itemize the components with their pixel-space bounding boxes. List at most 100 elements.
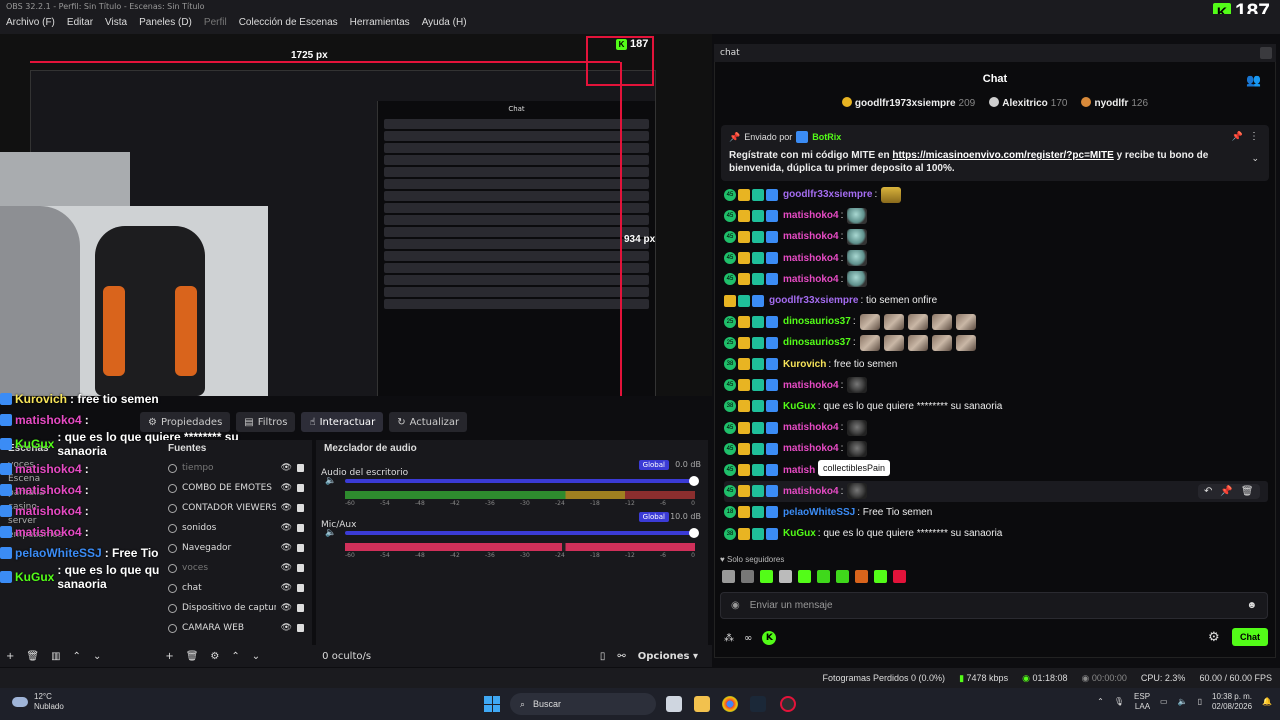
lock-icon[interactable]: [297, 464, 304, 472]
lock-icon[interactable]: [297, 544, 304, 552]
eye-icon[interactable]: 👁: [281, 603, 292, 613]
pinned-user[interactable]: BotRix: [812, 132, 841, 142]
emote-image[interactable]: [847, 377, 868, 394]
notifications-icon[interactable]: 🔔: [1262, 697, 1272, 707]
chevron-up-icon[interactable]: ⌃: [73, 651, 81, 662]
windows-start-icon[interactable]: [484, 696, 500, 712]
chat-message[interactable]: 25 dinosaurios37:: [724, 332, 1268, 353]
menu-paneles[interactable]: Paneles (D): [139, 17, 192, 31]
chat-username[interactable]: goodlfr33xsiempre: [769, 295, 858, 306]
chat-username[interactable]: matishoko4: [783, 274, 839, 285]
emote-icon[interactable]: [855, 570, 868, 583]
add-source-icon[interactable]: +: [165, 651, 173, 662]
chevron-down-icon[interactable]: ⌄: [252, 651, 260, 662]
chevron-up-icon[interactable]: ⌃: [231, 651, 239, 662]
chat-username[interactable]: matish: [783, 465, 815, 476]
emoji-picker-icon[interactable]: ☻: [1246, 600, 1257, 611]
points-icon[interactable]: ⁂: [724, 633, 734, 644]
link-icon[interactable]: ⚯: [617, 651, 625, 662]
emote-image[interactable]: [931, 313, 952, 330]
interact-button[interactable]: ☝ Interactuar: [301, 412, 384, 432]
source-item[interactable]: Navegador 👁: [160, 538, 312, 558]
volume-slider[interactable]: [345, 528, 699, 538]
language-indicator[interactable]: ESP LAA: [1134, 692, 1150, 712]
eye-icon[interactable]: 👁: [281, 483, 292, 493]
add-scene-icon[interactable]: +: [6, 651, 14, 662]
battery-icon[interactable]: ▯: [1198, 697, 1202, 707]
chat-username[interactable]: matishoko4: [783, 486, 839, 497]
source-item[interactable]: CONTADOR VIEWERS 👁: [160, 498, 312, 518]
chat-username[interactable]: matishoko4: [783, 253, 839, 264]
emote-image[interactable]: [859, 313, 880, 330]
menu-herramientas[interactable]: Herramientas: [350, 17, 410, 31]
chat-message[interactable]: 45 matishoko4:: [724, 226, 1268, 247]
gifter-item[interactable]: Alexitrico 170: [989, 97, 1067, 117]
weather-widget[interactable]: 12°C Nublado: [12, 692, 64, 712]
users-icon[interactable]: 👥: [1246, 73, 1261, 87]
eye-icon[interactable]: 👁: [281, 463, 292, 473]
chat-settings-icon[interactable]: ⚙: [1208, 630, 1220, 645]
chat-message[interactable]: 45 matishoko4:: [724, 269, 1268, 290]
chat-message[interactable]: 45 matishoko4:: [724, 205, 1268, 226]
send-chat-button[interactable]: Chat: [1232, 628, 1268, 646]
gear-icon[interactable]: ⚙: [210, 651, 219, 662]
emote-icon[interactable]: [760, 570, 773, 583]
source-item[interactable]: tiempo 👁: [160, 458, 312, 478]
track-mode[interactable]: Global: [638, 512, 669, 522]
preview-canvas[interactable]: Chat 1725 px 934 px K 187: [0, 34, 712, 396]
chat-message[interactable]: 38 KuGux: que es lo que quiere ******** s…: [724, 523, 1268, 544]
emote-image[interactable]: [931, 334, 952, 351]
emote-icon[interactable]: [741, 570, 754, 583]
eye-icon[interactable]: 👁: [281, 543, 292, 553]
chat-message[interactable]: 45 goodlfr33xsiempre:: [724, 184, 1268, 205]
emote-image[interactable]: [847, 440, 868, 457]
eye-icon[interactable]: 👁: [281, 523, 292, 533]
chat-username[interactable]: dinosaurios37: [783, 337, 851, 348]
lock-icon[interactable]: [297, 564, 304, 572]
menu-archivo[interactable]: Archivo (F): [6, 17, 55, 31]
refresh-button[interactable]: ↻ Actualizar: [389, 412, 468, 432]
network-icon[interactable]: ▭: [1160, 697, 1168, 707]
source-item[interactable]: chat 👁: [160, 578, 312, 598]
chat-message[interactable]: 38 Kurovich: free tio semen: [724, 354, 1268, 375]
eye-icon[interactable]: 👁: [281, 563, 292, 573]
emote-image[interactable]: [859, 334, 880, 351]
gifter-item[interactable]: nyodlfr 126: [1081, 97, 1148, 117]
emote-icon[interactable]: [874, 570, 887, 583]
file-explorer-icon[interactable]: [694, 696, 710, 712]
register-link[interactable]: https://micasinoenvivo.com/register/?pc=…: [892, 150, 1113, 161]
chevron-up-icon[interactable]: ⌃: [1097, 697, 1104, 707]
volume-slider[interactable]: [345, 476, 699, 486]
chat-message[interactable]: 45 matishoko4:: [724, 248, 1268, 269]
emote-image[interactable]: [883, 334, 904, 351]
speaker-icon[interactable]: 🔈: [325, 528, 336, 538]
chat-username[interactable]: pelaoWhiteSSJ: [783, 507, 855, 518]
chat-username[interactable]: matishoko4: [783, 380, 839, 391]
layout-icon[interactable]: ▯: [600, 651, 606, 662]
emote-icon[interactable]: [893, 570, 906, 583]
chat-username[interactable]: KuGux: [783, 401, 816, 412]
filters-button[interactable]: ▤ Filtros: [236, 412, 296, 432]
emote-image[interactable]: [847, 419, 868, 436]
eye-icon[interactable]: 👁: [281, 623, 292, 633]
emote-image[interactable]: [907, 334, 928, 351]
delete-icon[interactable]: 🗑: [1241, 486, 1254, 497]
chat-message[interactable]: 38 KuGux: que es lo que quiere ******** s…: [724, 396, 1268, 417]
trash-icon[interactable]: 🗑: [186, 651, 199, 662]
source-item[interactable]: CAMARA WEB 👁: [160, 618, 312, 638]
chat-username[interactable]: KuGux: [783, 528, 816, 539]
volume-knob[interactable]: [689, 528, 699, 538]
source-item[interactable]: Dispositivo de captura 👁: [160, 598, 312, 618]
menu-ayuda[interactable]: Ayuda (H): [422, 17, 467, 31]
lock-icon[interactable]: [297, 584, 304, 592]
lock-icon[interactable]: [297, 524, 304, 532]
emote-icon[interactable]: [836, 570, 849, 583]
mic-icon[interactable]: 🎙: [1114, 697, 1124, 707]
undo-icon[interactable]: ↶: [1204, 486, 1212, 497]
kick-icon[interactable]: K: [762, 631, 777, 645]
chat-username[interactable]: matishoko4: [783, 210, 839, 221]
taskbar-search[interactable]: ⌕ Buscar: [510, 693, 656, 715]
chat-message[interactable]: 45 matishoko4:: [724, 375, 1268, 396]
task-view-icon[interactable]: [666, 696, 682, 712]
filter-icon[interactable]: ▥: [51, 651, 60, 662]
